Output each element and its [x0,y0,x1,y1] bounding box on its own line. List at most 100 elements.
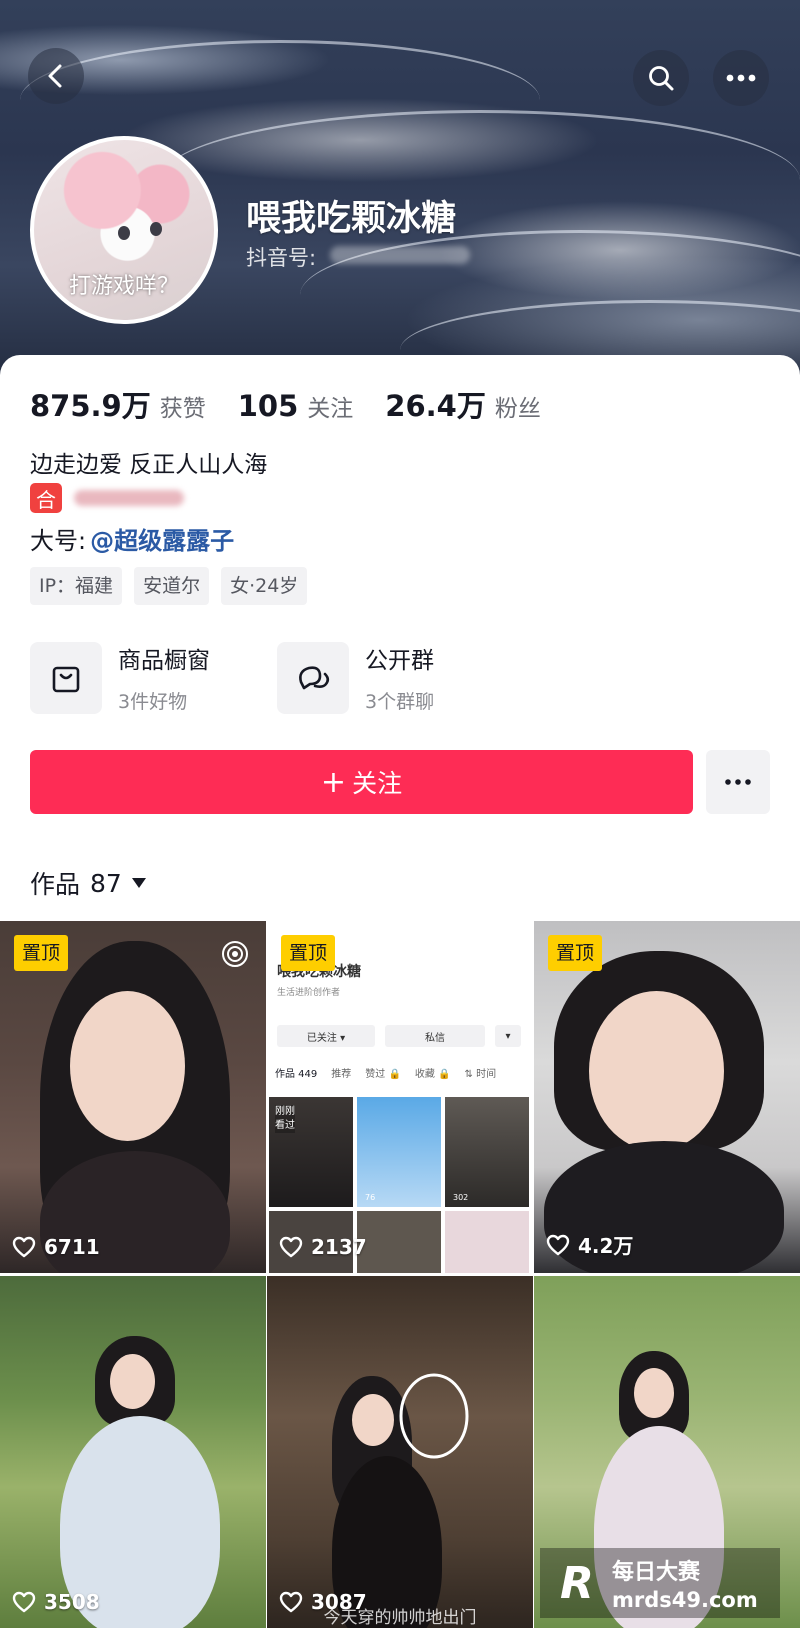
watermark-logo: R [560,1557,594,1609]
video-thumbnail[interactable]: 置顶 4.2万 [534,921,800,1273]
shopping-bag-icon [30,641,102,714]
stats-row: 875.9万 获赞 105 关注 26.4万 粉丝 [30,383,573,425]
thumbnail-grid-tile [357,1211,441,1273]
video-thumbnail[interactable]: 置顶 6711 [0,921,266,1273]
works-count: 87 [90,868,122,898]
avatar-eye [118,226,130,240]
video-thumbnail[interactable]: 3087 今天穿的帅帅地出门 [267,1276,533,1628]
public-group-entry[interactable]: 公开群 3个群聊 [277,641,434,714]
watermark-site: mrds49.com [612,1588,758,1612]
collab-badge: 合 [30,483,62,513]
thumbnail-profile-screenshot: 喂我吃颗冰糖 生活进阶创作者 已关注 ▾ 私信 ▾ 作品 449 推荐 赞过 🔒… [267,921,533,1273]
thumbnail-person-face [352,1394,394,1446]
thumbnail-tab: 赞过 🔒 [365,1069,401,1080]
tag-gender-age: 女·24岁 [221,567,308,605]
thumbnail-followed-button: 已关注 ▾ [277,1025,375,1047]
shop-window-entry[interactable]: 商品橱窗 3件好物 [30,641,210,714]
thumbnail-tab: 收藏 🔒 [414,1069,451,1080]
search-button[interactable] [633,50,689,106]
chat-bubbles-icon [277,641,349,714]
thumbnail-message-button: 私信 [385,1025,485,1047]
works-tab[interactable]: 作品 87 [30,865,146,901]
like-count: 3508 [12,1590,100,1614]
thumbnail-grid-tile [445,1211,529,1273]
tag-location: 安道尔 [134,567,210,605]
stat-likes: 875.9万 获赞 [30,383,206,425]
back-button[interactable] [28,48,84,104]
public-group-subtitle: 3个群聊 [365,691,435,713]
avatar-caption: 打游戏咩？ [68,274,179,299]
like-count-value: 2137 [311,1235,367,1259]
heart-icon [279,1236,303,1258]
plus-icon: + [320,764,347,800]
pinned-badge: 置顶 [14,935,69,971]
stat-following[interactable]: 105 关注 [238,389,354,423]
collab-redacted [74,490,184,506]
tag-ip: IP：福建 [30,567,123,605]
like-count-value: 6711 [44,1235,100,1259]
thumbnail-person-face [110,1354,155,1409]
video-grid: 置顶 6711 喂我吃颗冰糖 生活进阶创作者 已关注 ▾ 私信 ▾ 作品 449… [0,921,800,1631]
douyin-id-label: 抖音号: [246,246,317,270]
main-account-label: 大号: [30,527,87,555]
like-count: 4.2万 [546,1230,633,1259]
stat-label: 粉丝 [494,396,541,422]
main-account-link[interactable]: @超级露露子 [90,527,234,555]
follow-more-button[interactable] [706,750,770,814]
avatar-eye [150,222,162,236]
thumbnail-recently-viewed: 刚刚 看过 [275,1105,295,1133]
bio: 边走边爱 反正人山人海 [30,452,268,478]
watermark-title: 每日大赛 [612,1560,701,1585]
video-thumbnail[interactable]: 3508 [0,1276,266,1628]
stat-value: 26.4万 [385,389,486,423]
thumbnail-tabs: 作品 449 推荐 赞过 🔒 收藏 🔒 ⇅ 时间 [275,1065,510,1080]
nickname: 喂我吃颗冰糖 [246,199,457,239]
follow-label: 关注 [352,769,403,798]
heart-icon [12,1236,36,1258]
main-account: 大号: @超级露露子 [30,521,234,556]
chevron-left-icon [48,64,62,88]
thumbnail-tab: 推荐 [331,1069,352,1080]
follow-button[interactable]: + 关注 [30,750,693,814]
ring-light-icon [399,1373,469,1459]
shop-window-title: 商品橱窗 [118,648,210,674]
heart-icon [12,1591,36,1613]
avatar[interactable]: 打游戏咩？ [30,136,218,324]
heart-icon [546,1234,570,1255]
like-count: 6711 [12,1235,100,1259]
thumbnail-subtitle: 生活进阶创作者 [277,988,341,998]
thumbnail-tile-value: 302 [453,1193,469,1202]
douyin-id-redacted [330,246,470,264]
search-icon [649,66,674,91]
like-count: 2137 [279,1235,367,1259]
works-label: 作品 [30,870,81,899]
video-caption: 今天穿的帅帅地出门 [323,1608,477,1628]
thumbnail-person-face [70,991,185,1141]
video-thumbnail[interactable]: 喂我吃颗冰糖 生活进阶创作者 已关注 ▾ 私信 ▾ 作品 449 推荐 赞过 🔒… [267,921,533,1273]
public-group-title: 公开群 [365,648,434,674]
thumbnail-grid-tile [445,1097,529,1207]
profile-sheet: 875.9万 获赞 105 关注 26.4万 粉丝 边走边爱 反正人山人海 合 … [0,355,800,915]
like-count-value: 4.2万 [578,1234,634,1258]
thumbnail-person-face [589,991,724,1151]
shop-window-subtitle: 3件好物 [118,691,188,713]
thumbnail-grid-tile [357,1097,441,1207]
stat-label: 获赞 [159,396,206,422]
stat-value: 875.9万 [30,389,151,423]
watermark: R 每日大赛 mrds49.com [540,1548,780,1618]
thumbnail-tab: 作品 449 [275,1069,318,1080]
stat-followers[interactable]: 26.4万 粉丝 [385,383,541,425]
thumbnail-dropdown-button: ▾ [495,1025,521,1047]
pinned-badge: 置顶 [548,935,603,971]
thumbnail-person-face [634,1368,674,1418]
thumbnail-tab: ⇅ 时间 [464,1069,497,1080]
collab-row[interactable]: 合 [30,483,184,513]
more-dots-icon [725,779,751,785]
thumbnail-tile-value: 76 [365,1193,376,1202]
stat-value: 105 [237,389,299,423]
stat-label: 关注 [307,396,354,422]
caret-down-icon [131,878,146,888]
more-options-button[interactable] [713,50,769,106]
tag-row: IP：福建 安道尔 女·24岁 [30,567,319,605]
pinned-badge: 置顶 [281,935,336,971]
